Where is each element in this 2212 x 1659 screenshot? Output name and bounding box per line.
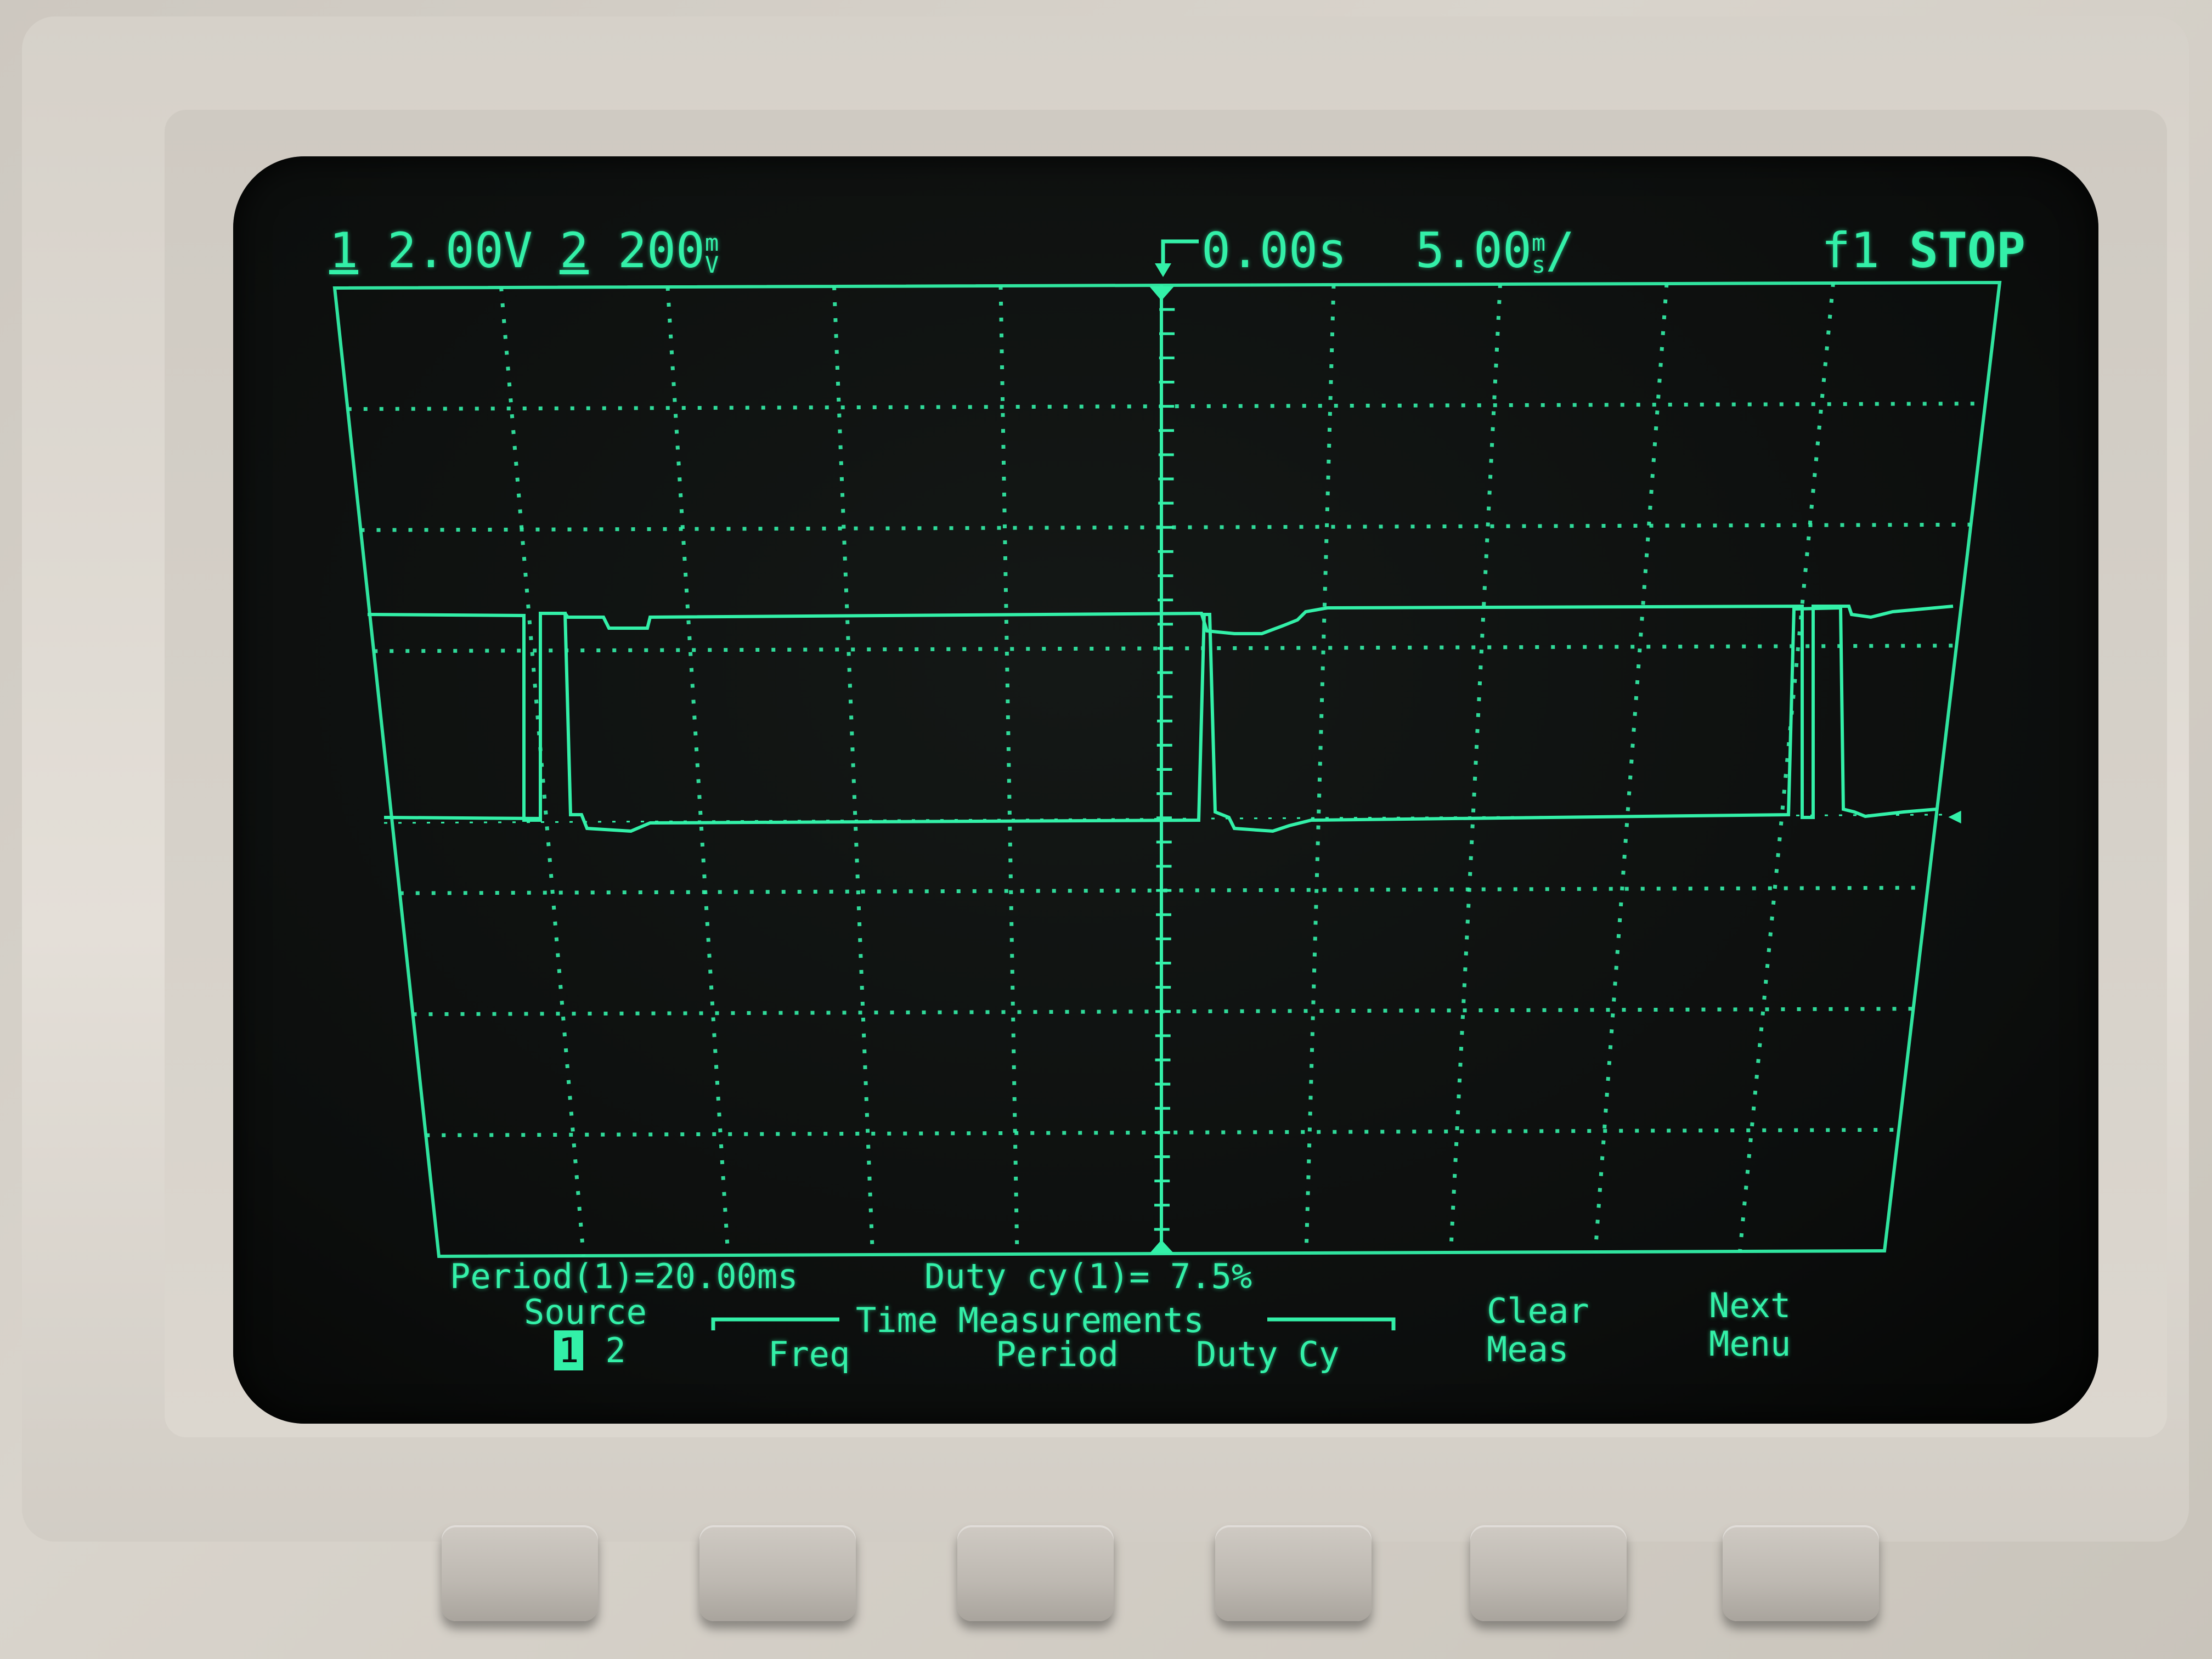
channel-2-scale: 2 200 m V: [560, 222, 719, 279]
graticule-vertical-line: [1738, 283, 1835, 1252]
timebase-setting: 5.00 m s /: [1415, 222, 1575, 279]
unit-bottom: V: [704, 251, 719, 279]
unit-top: m: [1531, 229, 1546, 257]
source-selector[interactable]: 12: [554, 1330, 626, 1370]
meas-line: Meas: [1487, 1329, 1569, 1369]
softkey-4-button[interactable]: [1215, 1525, 1372, 1621]
timebase-slash: /: [1545, 222, 1575, 279]
unit-bottom: s: [1531, 251, 1546, 279]
freq-softkey-label[interactable]: Freq: [768, 1334, 850, 1374]
softkey-2-button[interactable]: [699, 1525, 856, 1621]
duty-cycle-softkey-label[interactable]: Duty Cy: [1196, 1334, 1339, 1374]
clear-line: Clear: [1487, 1291, 1589, 1331]
graticule-vertical-line: [1449, 284, 1502, 1253]
next-menu-softkey-label[interactable]: Next Menu: [1709, 1286, 1791, 1363]
trigger-position-marker: [1149, 286, 1174, 301]
period-softkey-label[interactable]: Period: [996, 1334, 1119, 1374]
graticule-vertical-line: [832, 286, 874, 1255]
channel-2-number: 2: [560, 222, 589, 279]
channel-1-volts: 2.00V: [387, 222, 533, 279]
graticule-vertical-line: [499, 287, 585, 1256]
softkey-1-button[interactable]: [442, 1525, 598, 1621]
delay-arrow-head: [1155, 263, 1171, 277]
graticule-vertical-line: [665, 286, 730, 1256]
menu-line: Menu: [1709, 1324, 1791, 1364]
channel-ground-marker: ◂: [1945, 795, 1965, 834]
softkey-6-button[interactable]: [1723, 1525, 1879, 1621]
run-stop-status: STOP: [1909, 222, 2025, 279]
softkey-3-button[interactable]: [957, 1525, 1114, 1621]
timebase-value: 5.00: [1415, 222, 1532, 279]
source-2-option[interactable]: 2: [605, 1330, 625, 1370]
duty-cycle-measurement: Duty cy(1)= 7.5%: [924, 1256, 1252, 1296]
timebase-unit: ms: [1532, 232, 1545, 276]
channel-1-scale: 1 2.00V: [329, 222, 533, 279]
horizontal-delay: 0.00s: [1201, 222, 1347, 279]
source-1-option[interactable]: 1: [554, 1330, 584, 1370]
trigger-bottom-marker: [1149, 1240, 1174, 1254]
period-measurement: Period(1)=20.00ms: [450, 1256, 798, 1296]
channel-2-unit: mV: [705, 232, 719, 276]
clear-meas-softkey-label[interactable]: Clear Meas: [1487, 1292, 1589, 1369]
channel-1-number: 1: [329, 222, 358, 279]
trigger-source: f1: [1821, 222, 1880, 279]
graticule-vertical-line: [998, 285, 1019, 1255]
graticule-vertical-line: [1304, 284, 1336, 1254]
next-line: Next: [1709, 1285, 1791, 1325]
source-label: Source: [524, 1292, 647, 1332]
channel-2-volts: 200: [617, 222, 705, 279]
graticule-vertical-line: [1593, 283, 1669, 1252]
softkey-5-button[interactable]: [1470, 1525, 1627, 1621]
graticule-grid: [347, 283, 1985, 1256]
